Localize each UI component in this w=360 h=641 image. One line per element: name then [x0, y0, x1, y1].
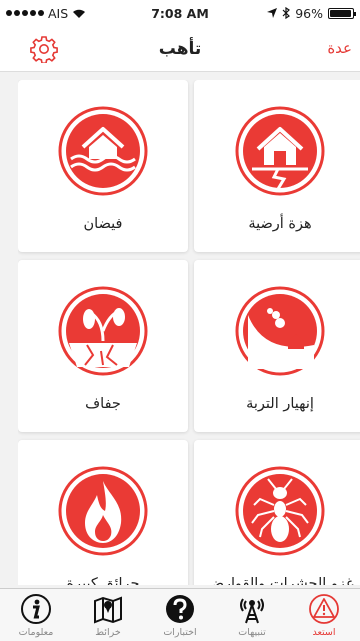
carrier-name: AIS — [48, 5, 69, 21]
tab-bar: معلومات خرائط اختبارات تنبيهات استعد — [0, 588, 360, 641]
hazard-grid: هزة أرضية فيضان إنهيار التربة جفاف غزو ا… — [18, 80, 360, 585]
battery-icon — [328, 7, 356, 19]
card-label: جفاف — [85, 396, 121, 412]
status-bar: AIS 7:08 AM 96% — [0, 0, 360, 26]
tab-label: استعد — [312, 627, 336, 638]
flood-icon — [58, 106, 148, 196]
tab-label: خرائط — [95, 627, 121, 638]
bluetooth-icon — [282, 7, 291, 19]
tab-info[interactable]: معلومات — [0, 589, 72, 641]
card-label: حرائق كبيرة — [66, 576, 140, 585]
card-pests[interactable]: غزو الحشرات والقوارض — [194, 440, 360, 585]
tab-prepare[interactable]: استعد — [288, 589, 360, 641]
map-icon — [94, 596, 122, 624]
card-label: فيضان — [83, 216, 123, 232]
back-button[interactable]: عدة — [327, 39, 352, 57]
tab-maps[interactable]: خرائط — [72, 589, 144, 641]
card-drought[interactable]: جفاف — [18, 260, 188, 432]
tab-label: اختبارات — [163, 627, 197, 638]
card-earthquake[interactable]: هزة أرضية — [194, 80, 360, 252]
earthquake-icon — [235, 106, 325, 196]
location-arrow-icon — [267, 8, 278, 18]
question-icon — [166, 595, 194, 623]
status-time: 7:08 AM — [151, 5, 209, 21]
card-fire[interactable]: حرائق كبيرة — [18, 440, 188, 585]
battery-percent: 96% — [295, 5, 323, 21]
battery-level — [330, 9, 352, 17]
alert-tower-icon — [240, 598, 264, 624]
status-right: 96% — [267, 5, 356, 21]
tab-label: تنبيهات — [238, 627, 266, 638]
ant-icon — [235, 466, 325, 556]
navigation-bar: تأهب عدة — [0, 26, 360, 72]
tab-label: معلومات — [18, 627, 54, 638]
wifi-icon — [73, 9, 86, 18]
fire-icon — [58, 466, 148, 556]
drought-icon — [58, 286, 148, 376]
tab-quizzes[interactable]: اختبارات — [144, 589, 216, 641]
gear-icon[interactable] — [30, 35, 58, 63]
page-title: تأهب — [158, 38, 202, 59]
card-label: هزة أرضية — [248, 216, 312, 232]
signal-dots-icon — [6, 10, 44, 16]
card-flood[interactable]: فيضان — [18, 80, 188, 252]
status-left: AIS — [6, 6, 86, 21]
tab-alerts[interactable]: تنبيهات — [216, 589, 288, 641]
card-label: إنهيار التربة — [246, 396, 314, 412]
warning-icon — [309, 594, 339, 624]
card-landslide[interactable]: إنهيار التربة — [194, 260, 360, 432]
card-label: غزو الحشرات والقوارض — [206, 576, 354, 585]
info-icon — [21, 594, 51, 624]
landslide-icon — [235, 286, 325, 376]
